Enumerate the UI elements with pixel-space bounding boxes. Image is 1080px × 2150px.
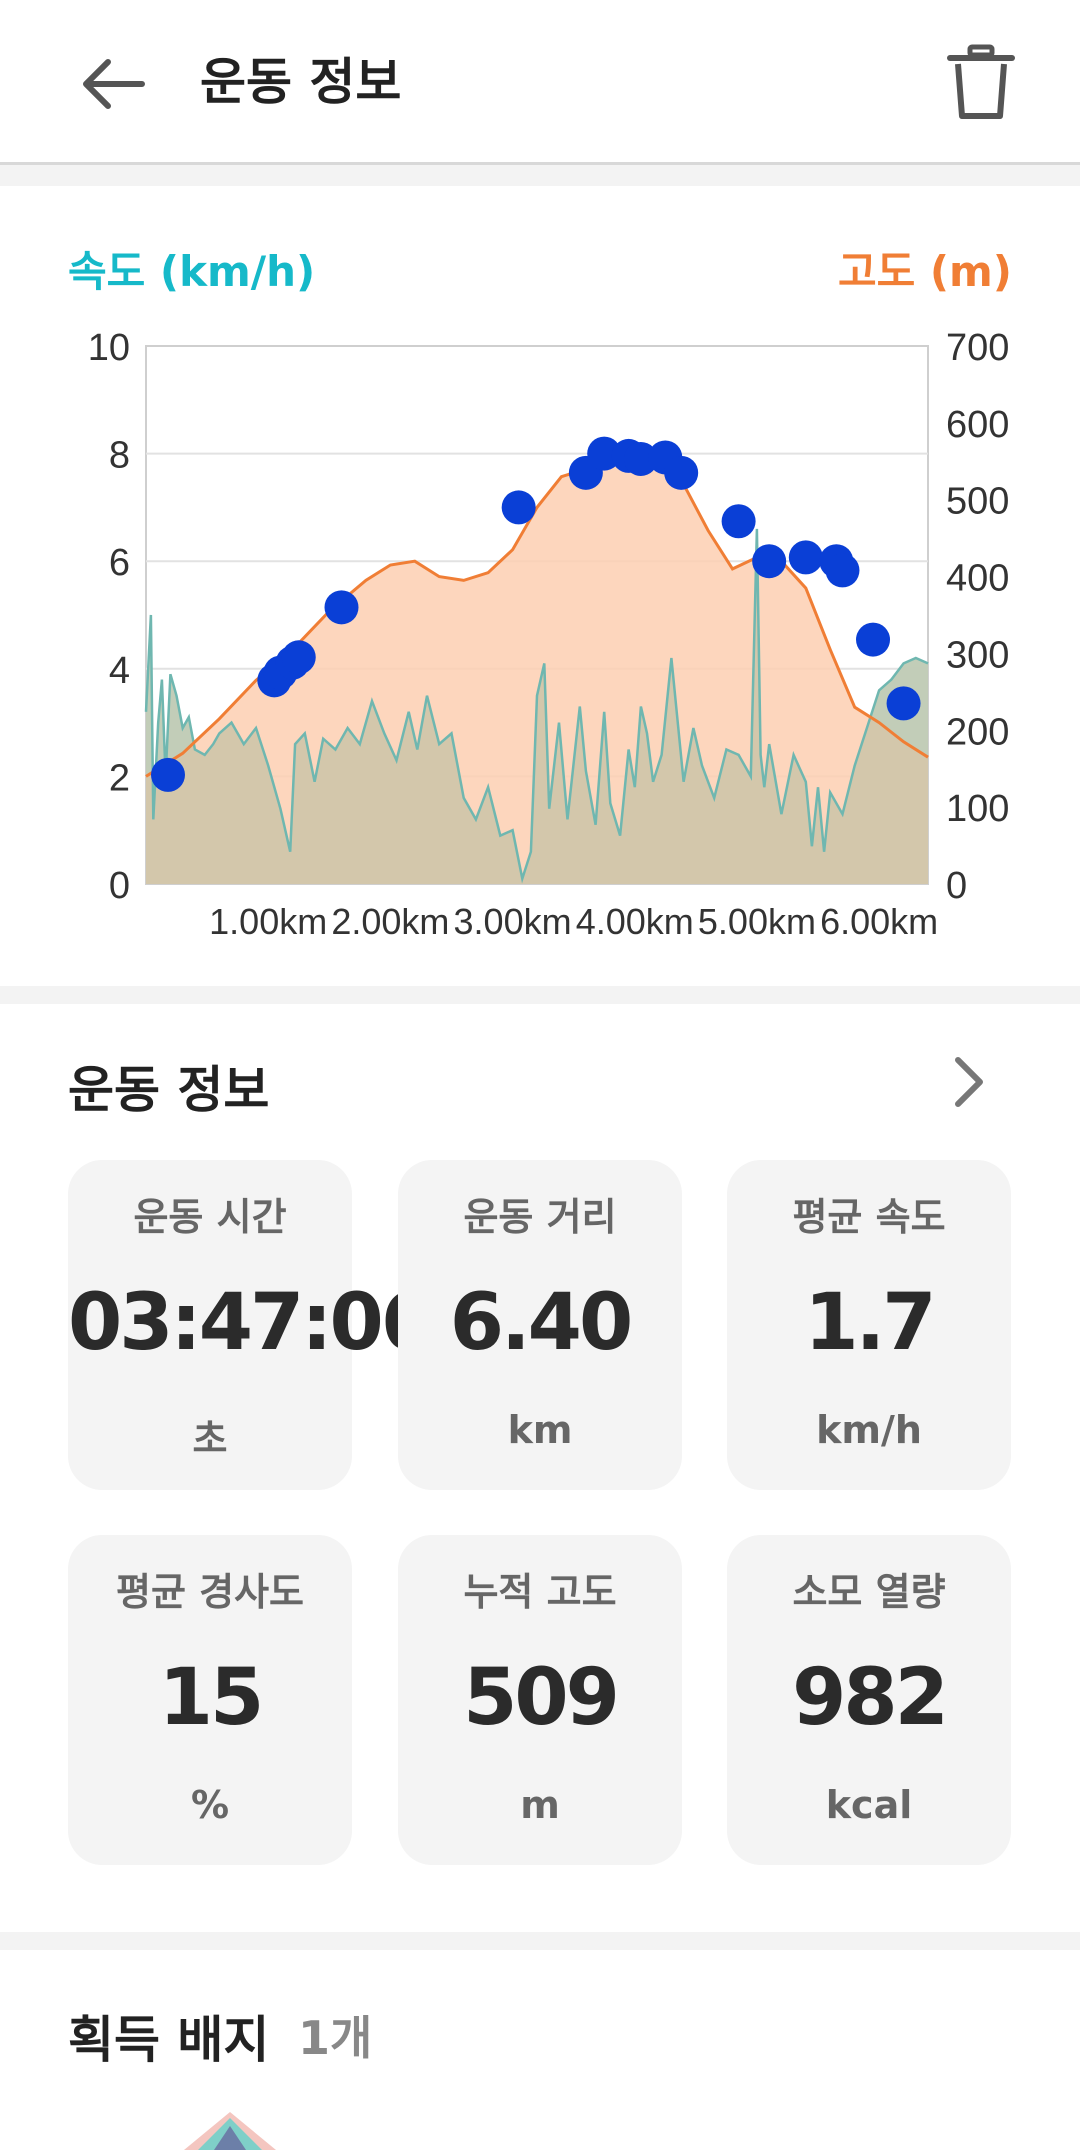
- back-button[interactable]: [78, 48, 150, 120]
- stat-label: 평균 경사도: [115, 1570, 305, 1614]
- stat-value: 03:47:06: [68, 1278, 435, 1368]
- section-divider: [0, 986, 1080, 1004]
- stat-unit: kcal: [825, 1783, 913, 1827]
- stat-unit: m: [520, 1783, 560, 1827]
- altitude-marker: [281, 640, 316, 675]
- badge-count: 1개: [298, 2011, 373, 2065]
- altitude-marker: [664, 455, 699, 490]
- section-divider: [0, 165, 1080, 186]
- distance-tick-label: 3.00km: [454, 901, 572, 942]
- stats-section-title: 운동 정보: [68, 1061, 270, 1119]
- page-title: 운동 정보: [200, 53, 402, 111]
- stat-card-avg-speed: 평균 속도 1.7 km/h: [727, 1160, 1011, 1490]
- trash-icon: [947, 44, 1015, 119]
- altitude-tick-label: 100: [946, 788, 1009, 830]
- stat-unit: km/h: [816, 1408, 922, 1452]
- stat-card-distance: 운동 거리 6.40 km: [398, 1160, 682, 1490]
- stat-card-duration: 운동 시간 03:47:06 초: [68, 1160, 435, 1490]
- stat-label: 평균 속도: [792, 1195, 946, 1239]
- altitude-tick-label: 300: [946, 634, 1009, 676]
- speed-tick-label: 2: [109, 757, 130, 799]
- stat-value: 509: [463, 1653, 620, 1743]
- stat-card-elevation-gain: 누적 고도 509 m: [398, 1535, 682, 1865]
- altitude-tick-label: 0: [946, 865, 967, 907]
- altitude-marker: [501, 490, 536, 525]
- speed-altitude-chart: 10 8 6 4 2 0 700 600 500 400 300 200 100 0 1.00km 2.00k…: [88, 327, 1010, 942]
- badge-icon[interactable]: [180, 2110, 280, 2150]
- distance-tick-label: 2.00km: [331, 901, 449, 942]
- stat-label: 운동 시간: [133, 1195, 287, 1239]
- altitude-marker: [886, 686, 921, 721]
- altitude-tick-label: 200: [946, 711, 1009, 753]
- altitude-marker: [752, 544, 787, 579]
- stat-label: 누적 고도: [463, 1570, 617, 1614]
- stat-unit: 초: [192, 1417, 228, 1461]
- speed-tick-label: 6: [109, 542, 130, 584]
- chevron-right-icon: [955, 1057, 983, 1107]
- altitude-tick-label: 500: [946, 481, 1009, 523]
- altitude-marker: [856, 622, 891, 657]
- app-header: 운동 정보: [0, 0, 1080, 165]
- speed-tick-label: 8: [109, 435, 130, 477]
- speed-tick-label: 0: [109, 865, 130, 907]
- altitude-marker: [150, 757, 185, 792]
- stats-more-button[interactable]: [940, 1050, 996, 1114]
- altitude-marker: [788, 540, 823, 575]
- stat-value: 1.7: [804, 1278, 936, 1368]
- badges-section-title: 획득 배지: [68, 2011, 270, 2069]
- stat-card-avg-slope: 평균 경사도 15 %: [68, 1535, 352, 1865]
- altitude-tick-label: 600: [946, 404, 1009, 446]
- stat-label: 운동 거리: [463, 1195, 617, 1239]
- stat-value: 15: [158, 1653, 265, 1743]
- section-divider: [0, 1932, 1080, 1950]
- altitude-tick-label: 400: [946, 558, 1009, 600]
- stat-unit: %: [190, 1783, 230, 1827]
- stat-value: 6.40: [449, 1278, 633, 1368]
- altitude-tick-label: 700: [946, 327, 1009, 369]
- stat-card-calories: 소모 열량 982 kcal: [727, 1535, 1011, 1865]
- distance-tick-label: 5.00km: [698, 901, 816, 942]
- altitude-marker: [825, 553, 860, 588]
- speed-tick-label: 4: [109, 650, 130, 692]
- speed-axis-title: 속도 (km/h): [68, 247, 316, 296]
- arrow-left-icon: [83, 59, 145, 109]
- distance-tick-label: 6.00km: [820, 901, 938, 942]
- altitude-marker: [324, 590, 359, 625]
- delete-button[interactable]: [946, 44, 1016, 122]
- altitude-marker: [721, 504, 756, 539]
- stat-unit: km: [507, 1408, 573, 1452]
- distance-tick-label: 1.00km: [209, 901, 327, 942]
- stat-value: 982: [792, 1653, 949, 1743]
- altitude-axis-title: 고도 (m): [837, 247, 1012, 296]
- distance-tick-label: 4.00km: [576, 901, 694, 942]
- speed-tick-label: 10: [88, 327, 130, 369]
- stat-label: 소모 열량: [792, 1570, 946, 1614]
